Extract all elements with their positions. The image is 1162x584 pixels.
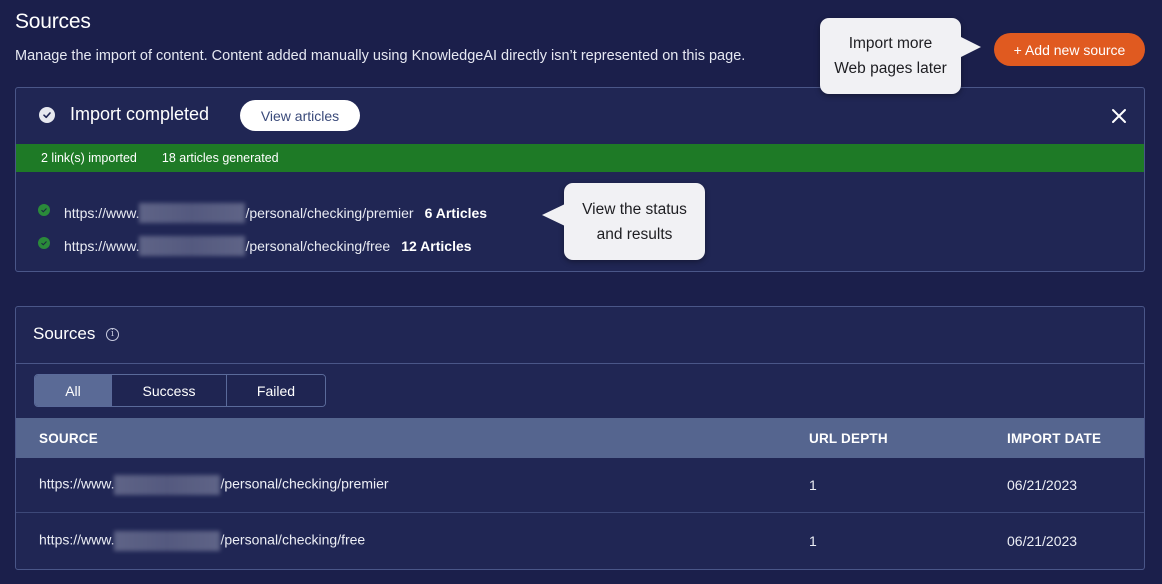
callout-line: and results bbox=[596, 225, 673, 243]
callout-line: View the status bbox=[582, 200, 687, 218]
column-header-import-date[interactable]: IMPORT DATE bbox=[984, 431, 1144, 446]
check-circle-icon bbox=[39, 107, 55, 123]
filter-tab-all[interactable]: All bbox=[35, 375, 112, 406]
url-depth-cell: 1 bbox=[809, 532, 817, 549]
column-header-url-depth[interactable]: URL DEPTH bbox=[786, 431, 984, 446]
article-count: 6 Articles bbox=[424, 204, 488, 221]
success-check-icon bbox=[38, 203, 50, 216]
import-summary-bar: 2 link(s) imported 18 articles generated bbox=[16, 144, 1144, 172]
source-cell: https://www. /personal/checking/premier bbox=[16, 475, 786, 495]
url-prefix: https://www. bbox=[39, 475, 115, 492]
articles-generated-count: 18 articles generated bbox=[161, 151, 279, 165]
url-depth-cell: 1 bbox=[809, 477, 817, 493]
sources-panel-title: Sources bbox=[33, 324, 96, 343]
column-header-source[interactable]: SOURCE bbox=[16, 431, 786, 446]
sources-panel: Sources i All Success Failed SOURCE URL … bbox=[15, 306, 1145, 570]
info-icon[interactable]: i bbox=[106, 328, 119, 341]
table-header: SOURCE URL DEPTH IMPORT DATE bbox=[16, 418, 1144, 458]
import-date-cell: 06/21/2023 bbox=[1007, 532, 1078, 549]
filter-tab-failed[interactable]: Failed bbox=[227, 375, 325, 406]
redacted-domain bbox=[114, 530, 221, 551]
import-date-cell: 06/21/2023 bbox=[1007, 477, 1078, 493]
redacted-domain bbox=[139, 202, 246, 223]
source-cell: https://www. /personal/checking/free bbox=[16, 530, 786, 551]
links-imported-count: 2 link(s) imported bbox=[41, 151, 137, 165]
url-path: /personal/checking/free bbox=[220, 531, 366, 548]
table-row[interactable]: https://www. /personal/checking/free 1 06… bbox=[16, 513, 1144, 568]
callout-line: Web pages later bbox=[834, 60, 947, 77]
close-icon[interactable] bbox=[1108, 105, 1130, 127]
redacted-domain bbox=[139, 235, 246, 256]
article-count: 12 Articles bbox=[401, 237, 472, 254]
sources-panel-header: Sources i bbox=[16, 307, 1144, 364]
success-check-icon bbox=[38, 236, 50, 249]
import-result-list: https://www. /personal/checking/premier … bbox=[38, 196, 487, 262]
tooltip-callout-status: View the status and results bbox=[542, 183, 705, 260]
table-row[interactable]: https://www. /personal/checking/premier 1… bbox=[16, 458, 1144, 513]
add-new-source-button[interactable]: + Add new source bbox=[994, 33, 1145, 66]
filter-tab-success[interactable]: Success bbox=[112, 375, 227, 406]
url-prefix: https://www. bbox=[39, 531, 115, 548]
callout-line: Import more bbox=[848, 35, 933, 52]
tooltip-callout-add-source: Import more Web pages later bbox=[820, 18, 981, 94]
url-path: /personal/checking/premier bbox=[220, 475, 389, 492]
import-status-title: Import completed bbox=[70, 104, 210, 124]
page-description: Manage the import of content. Content ad… bbox=[15, 48, 746, 64]
url-prefix: https://www. bbox=[64, 237, 140, 254]
url-path: /personal/checking/free bbox=[245, 237, 391, 254]
view-articles-button[interactable]: View articles bbox=[240, 100, 360, 131]
redacted-domain bbox=[114, 475, 221, 495]
sources-table: SOURCE URL DEPTH IMPORT DATE https://www… bbox=[16, 418, 1144, 568]
import-result-item: https://www. /personal/checking/free 12 … bbox=[38, 229, 487, 262]
source-filter-tabs: All Success Failed bbox=[34, 374, 326, 407]
url-prefix: https://www. bbox=[64, 204, 140, 221]
page-title: Sources bbox=[15, 10, 91, 33]
import-result-item: https://www. /personal/checking/premier … bbox=[38, 196, 487, 229]
url-path: /personal/checking/premier bbox=[245, 204, 414, 221]
import-header: Import completed View articles bbox=[16, 88, 1144, 144]
